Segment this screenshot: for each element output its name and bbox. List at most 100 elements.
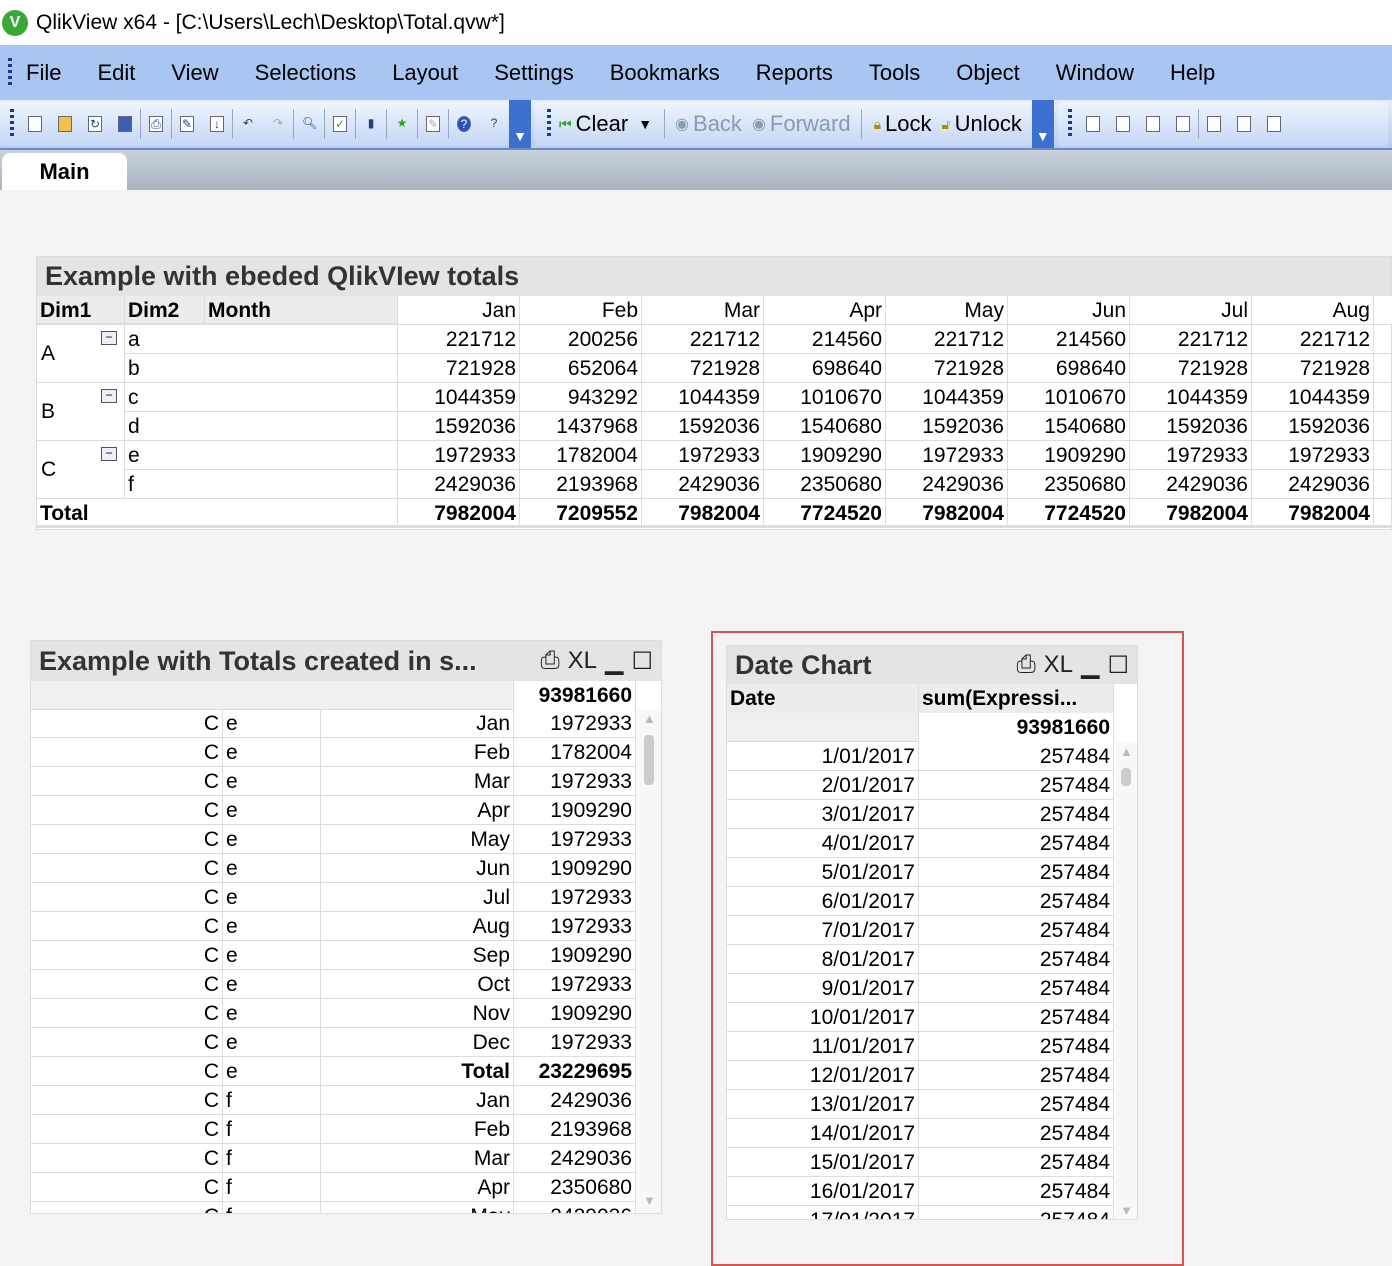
dim2-value[interactable]: a [125,325,398,354]
date-cell[interactable]: 14/01/2017 [727,1119,919,1148]
column-header-month[interactable]: May [886,296,1008,325]
date-cell[interactable]: 2/01/2017 [727,771,919,800]
table-box-icon[interactable] [1266,116,1281,132]
date-cell[interactable]: 15/01/2017 [727,1148,919,1177]
date-cell[interactable]: 5/01/2017 [727,858,919,887]
help-icon[interactable]: ? [457,116,471,132]
column-header-month[interactable]: Jan [398,296,520,325]
date-cell[interactable]: 6/01/2017 [727,887,919,916]
lock-button[interactable]: Lock [885,111,931,137]
unlock-button[interactable]: Unlock [955,111,1022,137]
column-header-month[interactable]: Apr [764,296,886,325]
menu-edit[interactable]: Edit [97,60,135,86]
column-header-month[interactable]: Month [205,296,398,325]
menu-window[interactable]: Window [1056,60,1134,86]
check-icon[interactable]: ✓ [333,116,347,132]
context-help-icon[interactable]: ? [487,116,501,132]
column-header-dim2[interactable]: Dim2 [125,296,205,325]
grip-handle[interactable] [10,109,14,139]
menu-view[interactable]: View [171,60,218,86]
print-icon[interactable]: ⎙ [540,647,559,675]
pivot-dim1-cell[interactable]: B − [37,383,125,441]
minimize-icon[interactable]: ▁ [1081,651,1099,680]
collapse-icon[interactable]: − [101,331,117,345]
date-cell[interactable]: 7/01/2017 [727,916,919,945]
dim2-value[interactable]: d [125,412,398,441]
grip-handle[interactable] [8,57,12,88]
forward-button[interactable]: Forward [770,111,851,137]
date-cell[interactable]: 1/01/2017 [727,742,919,771]
dim2-value[interactable]: e [125,441,398,470]
grip-handle[interactable] [1067,109,1072,139]
date-cell[interactable]: 9/01/2017 [727,974,919,1003]
vertical-scrollbar[interactable]: ▲ ▼ [637,709,661,1213]
column-header-date[interactable]: Date [727,684,919,713]
column-header-month[interactable]: Jun [1008,296,1130,325]
reload-data-icon[interactable]: ↓ [210,116,224,132]
pivot-dim1-cell[interactable]: C − [37,441,125,499]
clear-dropdown-chevron[interactable]: ▼ [638,116,652,132]
promote-sheet-icon[interactable] [1115,116,1130,132]
column-header-month[interactable]: Jul [1130,296,1252,325]
save-icon[interactable] [118,116,132,132]
menu-reports[interactable]: Reports [756,60,833,86]
toolbar-overflow-chevron[interactable]: ▼ [1031,100,1054,148]
scroll-up-arrow[interactable]: ▲ [643,711,656,726]
date-cell[interactable]: 12/01/2017 [727,1061,919,1090]
date-cell[interactable]: 16/01/2017 [727,1177,919,1206]
date-cell[interactable]: 10/01/2017 [727,1003,919,1032]
menu-file[interactable]: File [26,60,61,86]
scroll-down-arrow[interactable]: ▼ [1120,1203,1133,1218]
menu-selections[interactable]: Selections [255,60,357,86]
column-header-month[interactable]: Mar [642,296,764,325]
scrollbar-thumb[interactable] [644,735,654,785]
maximize-icon[interactable]: ☐ [631,647,653,676]
column-header-sum[interactable]: sum(Expressi... [919,684,1114,713]
chart-icon[interactable]: ▮ [364,116,378,132]
menu-settings[interactable]: Settings [494,60,574,86]
print-icon[interactable]: ⎙ [149,116,163,132]
send-to-excel-button[interactable]: XL [1044,651,1073,679]
date-cell[interactable]: 11/01/2017 [727,1032,919,1061]
column-header-dim1[interactable]: Dim1 [37,296,125,325]
minimize-icon[interactable]: ▁ [605,647,623,676]
menu-tools[interactable]: Tools [869,60,920,86]
grip-handle[interactable] [547,109,551,139]
scroll-up-arrow[interactable]: ▲ [1120,744,1133,759]
menu-layout[interactable]: Layout [392,60,458,86]
star-icon[interactable]: ★ [395,116,409,132]
reload-icon[interactable]: ↻ [88,116,102,132]
scrollbar-thumb[interactable] [1121,768,1131,786]
pivot-dim1-cell[interactable]: A − [37,325,125,383]
tab-main[interactable]: Main [2,153,127,190]
redo-icon[interactable]: ↷ [271,116,285,132]
dim2-value[interactable]: b [125,354,398,383]
new-icon[interactable] [28,116,42,132]
search-icon[interactable]: 🔍︎ [302,116,317,132]
maximize-icon[interactable]: ☐ [1107,651,1129,680]
dim2-value[interactable]: f [125,470,398,499]
date-cell[interactable]: 8/01/2017 [727,945,919,974]
date-cell[interactable]: 13/01/2017 [727,1090,919,1119]
collapse-icon[interactable]: − [101,389,117,403]
date-cell[interactable]: 3/01/2017 [727,800,919,829]
menu-bookmarks[interactable]: Bookmarks [610,60,720,86]
column-header-month[interactable]: Feb [520,296,642,325]
collapse-icon[interactable]: − [101,447,117,461]
new-sheet-icon[interactable] [1085,116,1100,132]
print-icon[interactable]: ⎙ [1016,651,1035,679]
scroll-down-arrow[interactable]: ▼ [643,1193,656,1208]
menu-help[interactable]: Help [1170,60,1215,86]
edit-script-icon[interactable]: ✎ [180,116,194,132]
demote-sheet-icon[interactable] [1145,116,1160,132]
undo-icon[interactable]: ↶ [241,116,255,132]
vertical-scrollbar[interactable]: ▲ ▼ [1115,742,1137,1219]
edit-icon[interactable]: ✎ [426,116,440,132]
dim2-value[interactable]: c [125,383,398,412]
sheet-properties-icon[interactable] [1175,116,1190,132]
multi-box-icon[interactable] [1236,116,1251,132]
list-box-icon[interactable] [1206,116,1221,132]
date-cell[interactable]: 4/01/2017 [727,829,919,858]
date-cell[interactable]: 17/01/2017 [727,1206,919,1219]
send-to-excel-button[interactable]: XL [568,647,597,675]
